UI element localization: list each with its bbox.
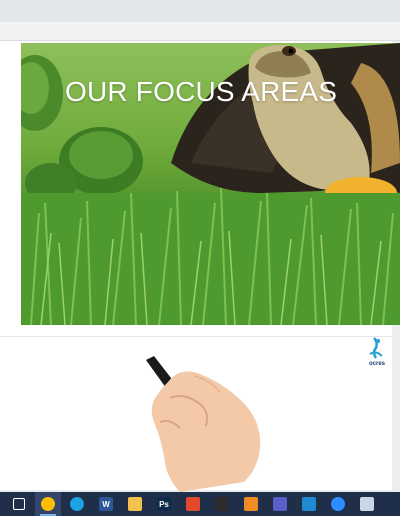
paint-icon — [360, 497, 374, 511]
taskbar-colorful-app-button[interactable] — [180, 492, 206, 516]
chrome-icon — [41, 497, 55, 511]
colorful-app-icon — [186, 497, 200, 511]
logo-text: ocres — [368, 361, 385, 367]
taskbar-paint-button[interactable] — [354, 492, 380, 516]
task-view-icon — [13, 498, 25, 510]
browser-top-bar — [0, 0, 400, 22]
word-icon: W — [99, 497, 113, 511]
taskbar-photoshop-button[interactable]: Ps — [151, 492, 177, 516]
taskbar-zoom-button[interactable] — [325, 492, 351, 516]
taskbar-file-explorer-button[interactable] — [122, 492, 148, 516]
taskbar-vscode-button[interactable] — [296, 492, 322, 516]
taskbar-task-view-button[interactable] — [6, 492, 32, 516]
file-explorer-icon — [128, 497, 142, 511]
taskbar-xampp-button[interactable] — [238, 492, 264, 516]
taskbar-terminal-button[interactable] — [209, 492, 235, 516]
xampp-icon — [244, 497, 258, 511]
vscode-icon — [302, 497, 316, 511]
taskbar-edge-button[interactable] — [64, 492, 90, 516]
teams-icon — [273, 497, 287, 511]
taskbar-chrome-button[interactable] — [35, 492, 61, 516]
edge-icon — [70, 497, 84, 511]
photoshop-icon: Ps — [157, 497, 171, 511]
windows-taskbar: W Ps — [0, 492, 400, 516]
hand-holding-marker-image — [146, 356, 261, 492]
zoom-icon — [331, 497, 345, 511]
browser-toolbar-strip — [0, 22, 400, 41]
taskbar-teams-button[interactable] — [267, 492, 293, 516]
hero-banner-image: OUR FOCUS AREAS — [21, 43, 400, 325]
hero-title: OUR FOCUS AREAS — [65, 76, 338, 107]
taskbar-word-button[interactable]: W — [93, 492, 119, 516]
section-divider — [0, 336, 392, 337]
terminal-icon — [215, 497, 229, 511]
